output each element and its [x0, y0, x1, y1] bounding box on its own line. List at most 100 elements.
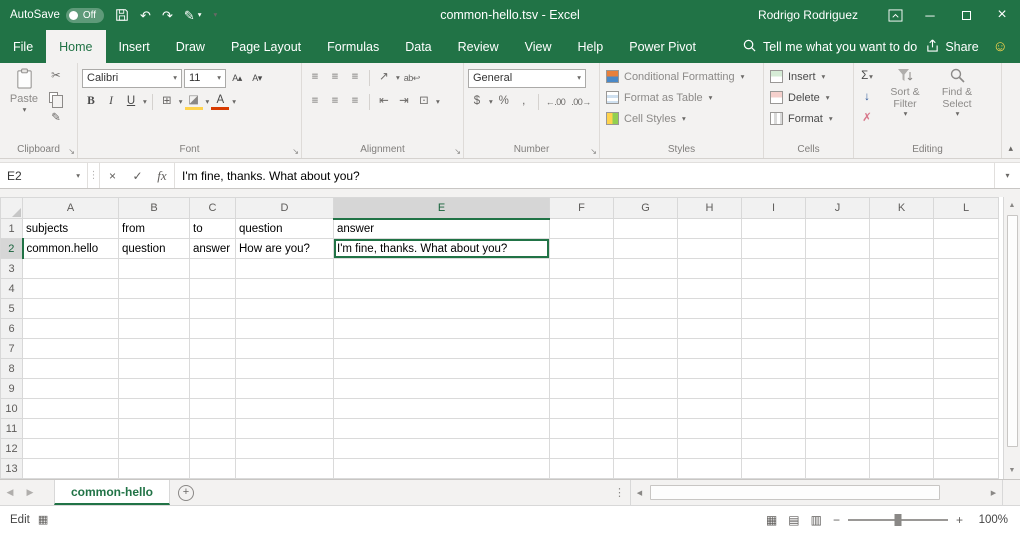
cell[interactable]: [334, 299, 550, 319]
zoom-in-icon[interactable]: +: [956, 513, 963, 527]
row-header-8[interactable]: 8: [1, 359, 23, 379]
tab-draw[interactable]: Draw: [163, 30, 218, 63]
format-as-table-button[interactable]: Format as Table ▾: [604, 87, 759, 108]
horizontal-scrollbar-thumb[interactable]: [650, 485, 940, 500]
orientation-icon[interactable]: ↗: [375, 68, 393, 89]
cell[interactable]: [190, 299, 236, 319]
cell[interactable]: [806, 379, 870, 399]
cell[interactable]: [334, 419, 550, 439]
cell[interactable]: [870, 419, 934, 439]
cell[interactable]: [742, 299, 806, 319]
cell[interactable]: [236, 339, 334, 359]
tell-me-search[interactable]: Tell me what you want to do: [743, 30, 917, 63]
column-header-J[interactable]: J: [806, 198, 870, 219]
vertical-scrollbar[interactable]: ▲ ▼: [1003, 197, 1020, 479]
italic-button[interactable]: I: [102, 92, 120, 113]
autosum-button[interactable]: Σ▾: [858, 66, 876, 87]
page-break-view-icon[interactable]: ▥: [811, 513, 822, 527]
cell[interactable]: [934, 219, 999, 239]
delete-cells-button[interactable]: Delete ▾: [768, 87, 849, 108]
cell[interactable]: [190, 319, 236, 339]
row-header-9[interactable]: 9: [1, 379, 23, 399]
cell[interactable]: [550, 339, 614, 359]
tab-help[interactable]: Help: [565, 30, 617, 63]
cell-C1[interactable]: to: [190, 219, 236, 239]
bold-button[interactable]: B: [82, 92, 100, 113]
cell[interactable]: [236, 379, 334, 399]
cell[interactable]: [934, 239, 999, 259]
cell[interactable]: [806, 319, 870, 339]
column-header-D[interactable]: D: [236, 198, 334, 219]
insert-cells-button[interactable]: Insert ▾: [768, 66, 849, 87]
tab-review[interactable]: Review: [445, 30, 512, 63]
close-button[interactable]: ×: [984, 0, 1020, 30]
cell-styles-button[interactable]: Cell Styles ▾: [604, 108, 759, 129]
row-header-13[interactable]: 13: [1, 459, 23, 479]
align-left-icon[interactable]: ≡: [306, 92, 324, 113]
sheet-tab-common-hello[interactable]: common-hello: [54, 480, 170, 505]
scroll-left-icon[interactable]: ◀: [631, 489, 648, 497]
cell[interactable]: [806, 299, 870, 319]
sort-filter-button[interactable]: Sort & Filter ▾: [879, 66, 931, 129]
cell[interactable]: [934, 259, 999, 279]
cell[interactable]: [934, 379, 999, 399]
cell[interactable]: [934, 439, 999, 459]
cell[interactable]: [334, 379, 550, 399]
cell[interactable]: [678, 319, 742, 339]
cell[interactable]: [550, 379, 614, 399]
macro-record-icon[interactable]: ▦: [38, 513, 48, 526]
cell-A2[interactable]: common.hello: [23, 239, 119, 259]
cell[interactable]: [678, 439, 742, 459]
share-button[interactable]: Share: [926, 30, 978, 63]
increase-font-size-icon[interactable]: A▴: [228, 68, 246, 89]
scroll-right-icon[interactable]: ▶: [985, 489, 1002, 497]
align-top-icon[interactable]: ≡: [306, 68, 324, 89]
tab-home[interactable]: Home: [46, 30, 105, 63]
ribbon-display-options-icon[interactable]: [878, 0, 912, 30]
cell[interactable]: [870, 379, 934, 399]
cell[interactable]: [614, 399, 678, 419]
cell[interactable]: [870, 279, 934, 299]
cell[interactable]: [934, 419, 999, 439]
cell[interactable]: [550, 439, 614, 459]
cell[interactable]: [190, 459, 236, 479]
cell[interactable]: [23, 459, 119, 479]
cell-A1[interactable]: subjects: [23, 219, 119, 239]
cell[interactable]: [614, 379, 678, 399]
merge-center-icon[interactable]: ⊡: [415, 92, 433, 113]
column-header-H[interactable]: H: [678, 198, 742, 219]
paste-button[interactable]: Paste ▾: [4, 66, 44, 129]
cell[interactable]: [550, 219, 614, 239]
cell[interactable]: [870, 359, 934, 379]
cell[interactable]: [190, 419, 236, 439]
cell[interactable]: [334, 459, 550, 479]
increase-indent-icon[interactable]: ⇥: [395, 92, 413, 113]
cell[interactable]: [806, 239, 870, 259]
cell[interactable]: [550, 359, 614, 379]
cell[interactable]: [23, 379, 119, 399]
cell[interactable]: [236, 399, 334, 419]
cell[interactable]: [550, 459, 614, 479]
horizontal-scrollbar-track[interactable]: [648, 480, 985, 505]
cell[interactable]: [23, 339, 119, 359]
font-name-select[interactable]: Calibri ▾: [82, 69, 182, 88]
cell[interactable]: [119, 419, 190, 439]
cell[interactable]: [934, 459, 999, 479]
clear-icon[interactable]: ✗: [858, 108, 876, 129]
name-box[interactable]: E2 ▾: [0, 163, 88, 188]
cell[interactable]: [614, 339, 678, 359]
format-cells-button[interactable]: Format ▾: [768, 108, 849, 129]
user-name[interactable]: Rodrigo Rodriguez: [758, 8, 858, 22]
formula-bar-handle[interactable]: ⋮: [88, 163, 100, 188]
align-bottom-icon[interactable]: ≡: [346, 68, 364, 89]
cell[interactable]: [119, 279, 190, 299]
cell[interactable]: [236, 419, 334, 439]
cell[interactable]: [870, 239, 934, 259]
cell[interactable]: [678, 459, 742, 479]
new-sheet-button[interactable]: +: [170, 480, 202, 505]
cell[interactable]: [550, 419, 614, 439]
conditional-formatting-button[interactable]: Conditional Formatting ▾: [604, 66, 759, 87]
row-header-1[interactable]: 1: [1, 219, 23, 239]
cell[interactable]: [190, 379, 236, 399]
cell[interactable]: [678, 359, 742, 379]
